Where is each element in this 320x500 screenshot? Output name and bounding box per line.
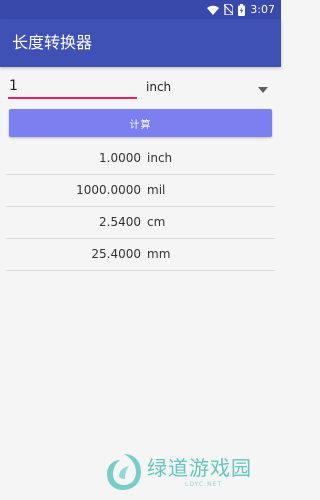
input-row: inch xyxy=(0,73,281,103)
result-value: 25.4000 xyxy=(91,247,141,261)
app-title: 长度转换器 xyxy=(12,33,93,52)
result-value: 1000.0000 xyxy=(76,183,141,197)
result-row: 1.0000 inch xyxy=(6,143,275,175)
no-sim-icon xyxy=(224,4,234,15)
result-unit: mm xyxy=(147,247,171,261)
watermark-logo-icon xyxy=(105,452,143,496)
result-unit: mil xyxy=(147,183,166,197)
result-unit: cm xyxy=(147,215,166,229)
results-list: 1.0000 inch 1000.0000 mil 2.5400 cm 25.4… xyxy=(6,143,275,271)
unit-dropdown-label: inch xyxy=(146,80,172,94)
app-bar: 长度转换器 xyxy=(0,19,281,67)
watermark: 绿道游戏园 LDYC.NET xyxy=(105,452,265,492)
result-row: 2.5400 cm xyxy=(6,207,275,239)
battery-icon xyxy=(238,3,246,16)
status-time: 3:07 xyxy=(250,3,275,16)
calculate-button[interactable]: 计算 xyxy=(9,109,272,137)
value-input[interactable] xyxy=(8,75,137,99)
watermark-subtext: LDYC.NET xyxy=(185,481,223,488)
result-value: 2.5400 xyxy=(99,215,141,229)
result-unit: inch xyxy=(147,151,173,165)
result-value: 1.0000 xyxy=(99,151,141,165)
result-row: 25.4000 mm xyxy=(6,239,275,271)
status-bar: 3:07 xyxy=(0,0,281,19)
wifi-icon xyxy=(207,5,220,15)
watermark-text: 绿道游戏园 xyxy=(147,456,252,480)
unit-dropdown[interactable]: inch xyxy=(146,75,273,99)
result-row: 1000.0000 mil xyxy=(6,175,275,207)
dropdown-arrow-icon xyxy=(258,78,273,97)
